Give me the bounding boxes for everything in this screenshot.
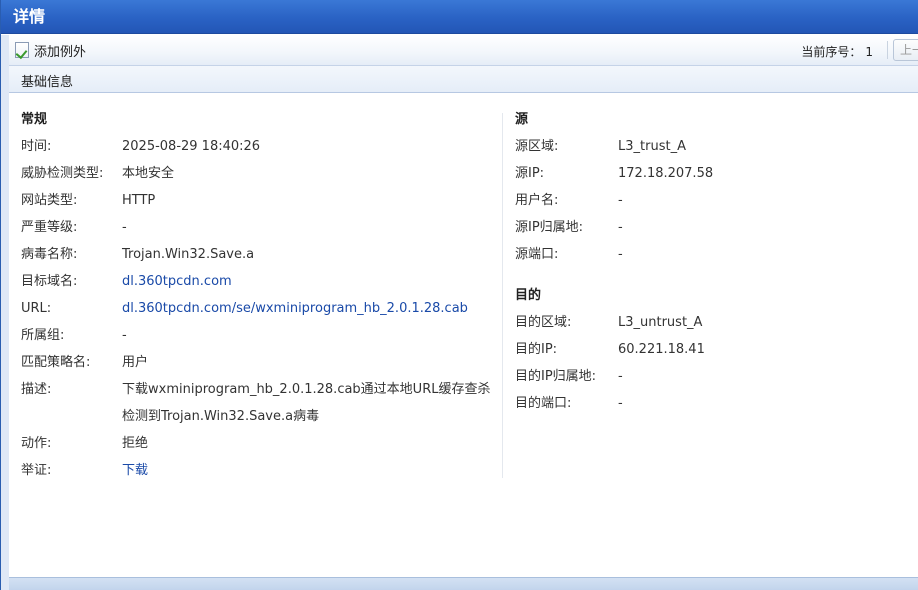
- section-header-basic-info: 基础信息: [9, 66, 918, 93]
- detail-row-dest-ip: 目的IP: 60.221.18.41: [515, 336, 915, 363]
- general-heading: 常规: [21, 112, 48, 127]
- source-heading: 源: [515, 112, 529, 127]
- row-value: 2025-08-29 18:40:26: [122, 139, 261, 154]
- detail-row-virus-name: 病毒名称: Trojan.Win32.Save.a: [21, 241, 501, 268]
- detail-row-action: 动作: 拒绝: [21, 430, 501, 457]
- detail-row-dest-port: 目的端口: -: [515, 390, 915, 417]
- detail-row-username: 用户名: -: [515, 187, 915, 214]
- general-column: 常规 时间: 2025-08-29 18:40:26 威胁检测类型: 本地安全 …: [21, 106, 501, 484]
- row-key: 目的区域:: [515, 315, 572, 330]
- row-value: -: [618, 247, 623, 262]
- sequence-label: 当前序号：: [801, 45, 862, 59]
- url-link[interactable]: dl.360tpcdn.com/se/wxminiprogram_hb_2.0.…: [122, 295, 501, 322]
- row-key: 源IP:: [515, 166, 545, 181]
- detail-row-site-type: 网站类型: HTTP: [21, 187, 501, 214]
- row-value: 本地安全: [122, 166, 175, 181]
- row-key: 匹配策略名:: [21, 355, 91, 370]
- row-value: L3_trust_A: [618, 139, 686, 154]
- detail-row-target-domain: 目标域名: dl.360tpcdn.com: [21, 268, 501, 295]
- row-key: 源端口:: [515, 247, 559, 262]
- row-key: 威胁检测类型:: [21, 166, 104, 181]
- target-domain-link[interactable]: dl.360tpcdn.com: [122, 268, 501, 295]
- detail-row-source-zone: 源区域: L3_trust_A: [515, 133, 915, 160]
- row-key: 目标域名:: [21, 274, 78, 289]
- window-title: 详情: [13, 7, 46, 26]
- sequence-value: 1: [865, 45, 873, 59]
- previous-button[interactable]: 上一: [893, 39, 918, 61]
- left-border: [1, 35, 9, 590]
- source-destination-column: 源 源区域: L3_trust_A 源IP: 172.18.207.58 用户名…: [515, 106, 915, 417]
- detail-row-severity: 严重等级: -: [21, 214, 501, 241]
- current-sequence: 当前序号： 1: [801, 43, 873, 60]
- row-value: 拒绝: [122, 436, 149, 451]
- detail-row-dest-zone: 目的区域: L3_untrust_A: [515, 309, 915, 336]
- row-key: 目的IP归属地:: [515, 369, 597, 384]
- detail-row-source-ip-location: 源IP归属地: -: [515, 214, 915, 241]
- row-value: 172.18.207.58: [618, 166, 714, 181]
- detail-row-time: 时间: 2025-08-29 18:40:26: [21, 133, 501, 160]
- row-value: -: [122, 220, 127, 235]
- row-key: 严重等级:: [21, 220, 78, 235]
- destination-heading: 目的: [515, 288, 542, 303]
- row-value: HTTP: [122, 193, 156, 208]
- toolbar: 添加例外 当前序号：1 上一: [9, 35, 918, 66]
- row-value: -: [618, 193, 623, 208]
- add-exception-button[interactable]: 添加例外: [15, 40, 86, 60]
- document-check-icon: [15, 42, 29, 58]
- row-value: -: [122, 328, 127, 343]
- row-key: 所属组:: [21, 328, 65, 343]
- row-key: 目的端口:: [515, 396, 572, 411]
- detail-row-evidence: 举证: 下载: [21, 457, 501, 484]
- detail-row-group: 所属组: -: [21, 322, 501, 349]
- row-key: 病毒名称:: [21, 247, 78, 262]
- toolbar-separator: [887, 41, 888, 59]
- row-value: -: [618, 220, 623, 235]
- row-value: 用户: [122, 355, 149, 370]
- row-key: 用户名:: [515, 193, 559, 208]
- details-content: 常规 时间: 2025-08-29 18:40:26 威胁检测类型: 本地安全 …: [9, 93, 918, 577]
- detail-row-url: URL: dl.360tpcdn.com/se/wxminiprogram_hb…: [21, 295, 501, 322]
- row-value: -: [618, 369, 623, 384]
- row-key: 动作:: [21, 436, 52, 451]
- row-key: 源IP归属地:: [515, 220, 584, 235]
- evidence-download-link[interactable]: 下载: [122, 457, 501, 484]
- detail-row-policy: 匹配策略名: 用户: [21, 349, 501, 376]
- detail-row-dest-ip-location: 目的IP归属地: -: [515, 363, 915, 390]
- row-value: L3_untrust_A: [618, 315, 703, 330]
- detail-row-description: 描述: 下载wxminiprogram_hb_2.0.1.28.cab通过本地U…: [21, 376, 501, 430]
- section-label: 基础信息: [21, 75, 74, 90]
- bottom-bar: [9, 577, 918, 590]
- row-value: Trojan.Win32.Save.a: [122, 247, 255, 262]
- row-value: 60.221.18.41: [618, 342, 705, 357]
- details-window: 详情 添加例外 当前序号：1 上一 基础信息 常规 时间: 2025-08-29…: [0, 0, 918, 590]
- title-bar: 详情: [1, 0, 918, 34]
- row-value: 下载wxminiprogram_hb_2.0.1.28.cab通过本地URL缓存…: [122, 382, 491, 424]
- row-key: URL:: [21, 301, 52, 316]
- detail-row-source-ip: 源IP: 172.18.207.58: [515, 160, 915, 187]
- row-key: 源区域:: [515, 139, 559, 154]
- row-key: 网站类型:: [21, 193, 78, 208]
- detail-row-source-port: 源端口: -: [515, 241, 915, 268]
- column-divider: [502, 113, 503, 478]
- row-value: -: [618, 396, 623, 411]
- row-key: 描述:: [21, 382, 52, 397]
- row-key: 目的IP:: [515, 342, 558, 357]
- detail-row-threat-type: 威胁检测类型: 本地安全: [21, 160, 501, 187]
- row-key: 举证:: [21, 463, 52, 478]
- add-exception-label: 添加例外: [34, 44, 87, 60]
- row-key: 时间:: [21, 139, 52, 154]
